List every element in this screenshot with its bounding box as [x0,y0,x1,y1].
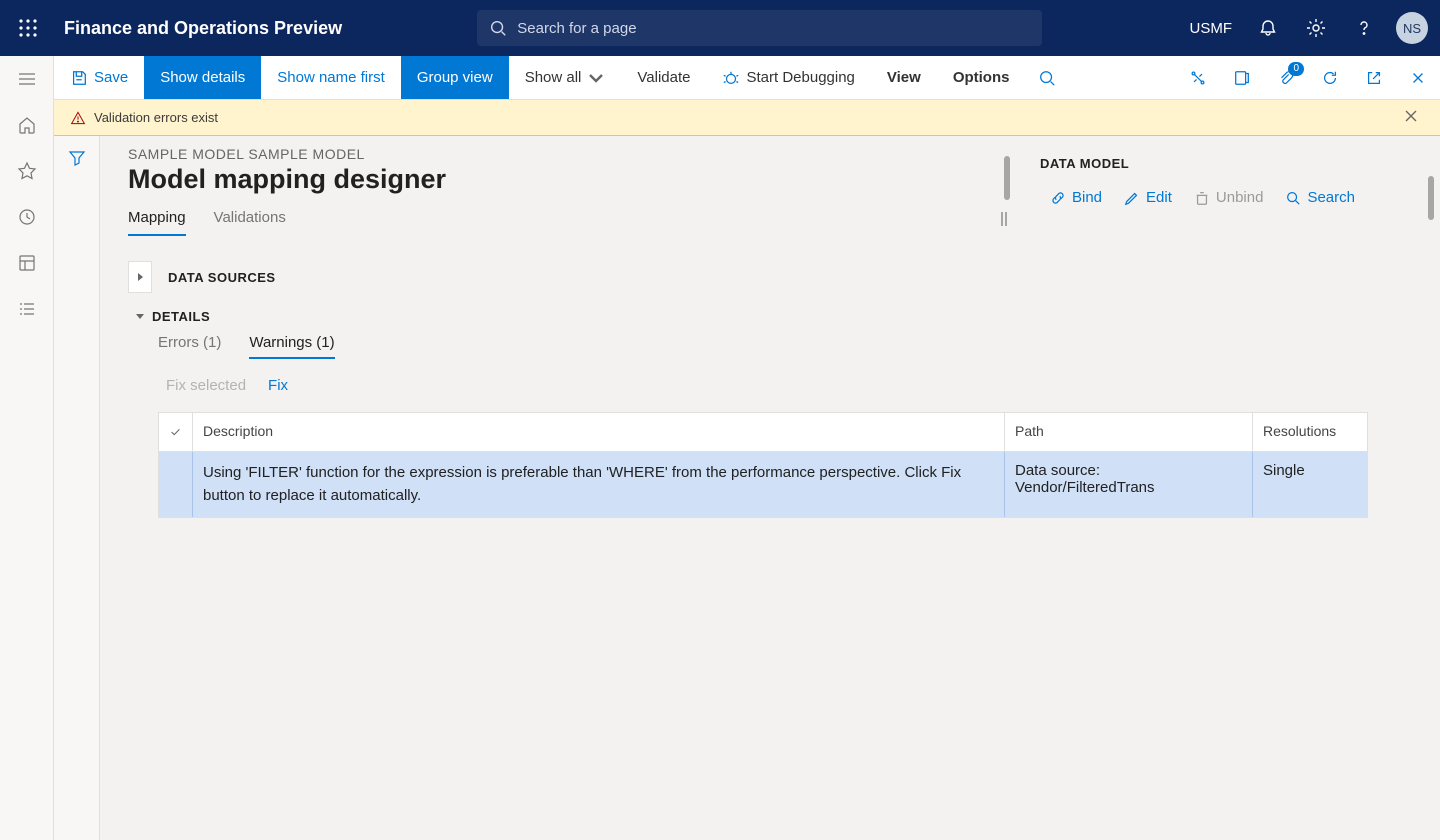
modules-icon[interactable] [0,286,54,332]
data-model-title: DATA MODEL [1040,156,1440,171]
save-button[interactable]: Save [54,56,144,99]
help-icon[interactable] [1340,0,1388,56]
recent-icon[interactable] [0,194,54,240]
attachments-badge: 0 [1288,62,1304,76]
validation-banner: Validation errors exist [54,100,1440,136]
settings-icon[interactable] [1292,0,1340,56]
company-selector[interactable]: USMF [1178,0,1245,56]
banner-close-icon[interactable] [1398,103,1424,132]
cell-resolutions: Single [1253,452,1367,517]
show-details-button[interactable]: Show details [144,56,261,99]
dm-search-button[interactable]: Search [1285,189,1355,206]
tab-mapping[interactable]: Mapping [128,209,186,236]
col-description[interactable]: Description [193,413,1005,451]
scrollbar[interactable] [1004,156,1010,200]
attachments-icon[interactable]: 0 [1264,56,1308,99]
warning-icon [70,110,86,126]
tab-validations[interactable]: Validations [214,209,286,236]
data-sources-expand[interactable] [128,261,152,293]
show-all-dropdown[interactable]: Show all [509,56,622,99]
cell-path: Data source: Vendor/FilteredTrans [1005,452,1253,517]
notifications-icon[interactable] [1244,0,1292,56]
show-name-first-button[interactable]: Show name first [261,56,401,99]
app-title: Finance and Operations Preview [64,18,342,39]
start-debugging-button[interactable]: Start Debugging [706,56,870,99]
cell-description: Using 'FILTER' function for the expressi… [193,452,1005,517]
close-icon[interactable] [1396,56,1440,99]
col-path[interactable]: Path [1005,413,1253,451]
home-icon[interactable] [0,102,54,148]
search-box[interactable] [477,10,1042,46]
refresh-icon[interactable] [1308,56,1352,99]
data-sources-label: DATA SOURCES [168,270,276,285]
nav-rail [0,56,54,840]
favorites-icon[interactable] [0,148,54,194]
subtab-warnings[interactable]: Warnings (1) [249,334,334,359]
workspaces-icon[interactable] [0,240,54,286]
fix-button[interactable]: Fix [268,377,288,394]
bind-button[interactable]: Bind [1050,189,1102,206]
action-toolbar: Save Show details Show name first Group … [54,56,1440,100]
table-row[interactable]: Using 'FILTER' function for the expressi… [159,452,1367,517]
filter-pane-toggle[interactable] [54,136,100,840]
banner-text: Validation errors exist [94,110,218,125]
view-menu[interactable]: View [871,56,937,99]
edit-button[interactable]: Edit [1124,189,1172,206]
search-input[interactable] [517,20,1030,37]
validate-button[interactable]: Validate [621,56,706,99]
options-menu[interactable]: Options [937,56,1026,99]
warnings-table: Description Path Resolutions Using 'FILT… [158,412,1368,518]
user-avatar[interactable]: NS [1388,0,1436,56]
details-header[interactable]: DETAILS [136,309,1412,324]
toolbar-search-icon[interactable] [1025,56,1069,99]
app-launcher-icon[interactable] [0,0,56,56]
data-model-panel: DATA MODEL Bind Edit Unbind [1020,156,1440,206]
office-icon[interactable] [1220,56,1264,99]
subtab-errors[interactable]: Errors (1) [158,334,221,359]
group-view-button[interactable]: Group view [401,56,509,99]
scrollbar[interactable] [1428,176,1434,220]
connector-icon[interactable] [1176,56,1220,99]
select-all-checkbox[interactable] [159,413,193,451]
unbind-button: Unbind [1194,189,1264,206]
splitter-handle[interactable] [1000,212,1008,228]
top-header: Finance and Operations Preview USMF NS [0,0,1440,56]
popout-icon[interactable] [1352,56,1396,99]
menu-icon[interactable] [0,56,54,102]
fix-selected-button: Fix selected [166,377,246,394]
col-resolutions[interactable]: Resolutions [1253,413,1367,451]
